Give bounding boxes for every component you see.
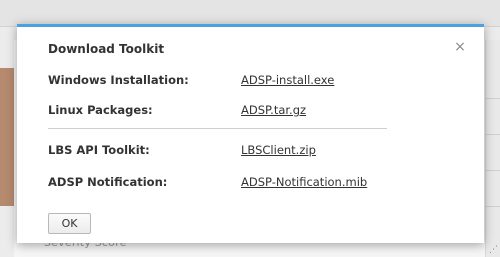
separator	[48, 128, 387, 129]
resize-handle-icon[interactable]: ⋰	[489, 246, 498, 255]
row-label: Windows Installation:	[48, 73, 189, 87]
windows-installer-link[interactable]: ADSP-install.exe	[241, 73, 334, 87]
row-label: ADSP Notification:	[48, 175, 168, 189]
linux-packages-link[interactable]: ADSP.tar.gz	[241, 103, 306, 117]
lbs-api-toolkit-link[interactable]: LBSClient.zip	[241, 143, 316, 157]
adsp-notification-link[interactable]: ADSP-Notification.mib	[241, 175, 367, 189]
dialog-title: Download Toolkit	[48, 42, 165, 56]
download-toolkit-dialog: Download Toolkit × Windows Installation:…	[17, 24, 484, 243]
background-topbar	[0, 0, 500, 27]
row-label: LBS API Toolkit:	[48, 143, 150, 157]
ok-button[interactable]: OK	[48, 213, 91, 234]
close-icon[interactable]: ×	[453, 40, 467, 54]
background-divider	[486, 206, 500, 207]
background-right-strip	[485, 40, 500, 257]
background-divider	[486, 134, 500, 135]
background-divider	[486, 170, 500, 171]
background-accent-bar	[0, 68, 14, 206]
background-divider	[486, 98, 500, 99]
row-label: Linux Packages:	[48, 103, 153, 117]
